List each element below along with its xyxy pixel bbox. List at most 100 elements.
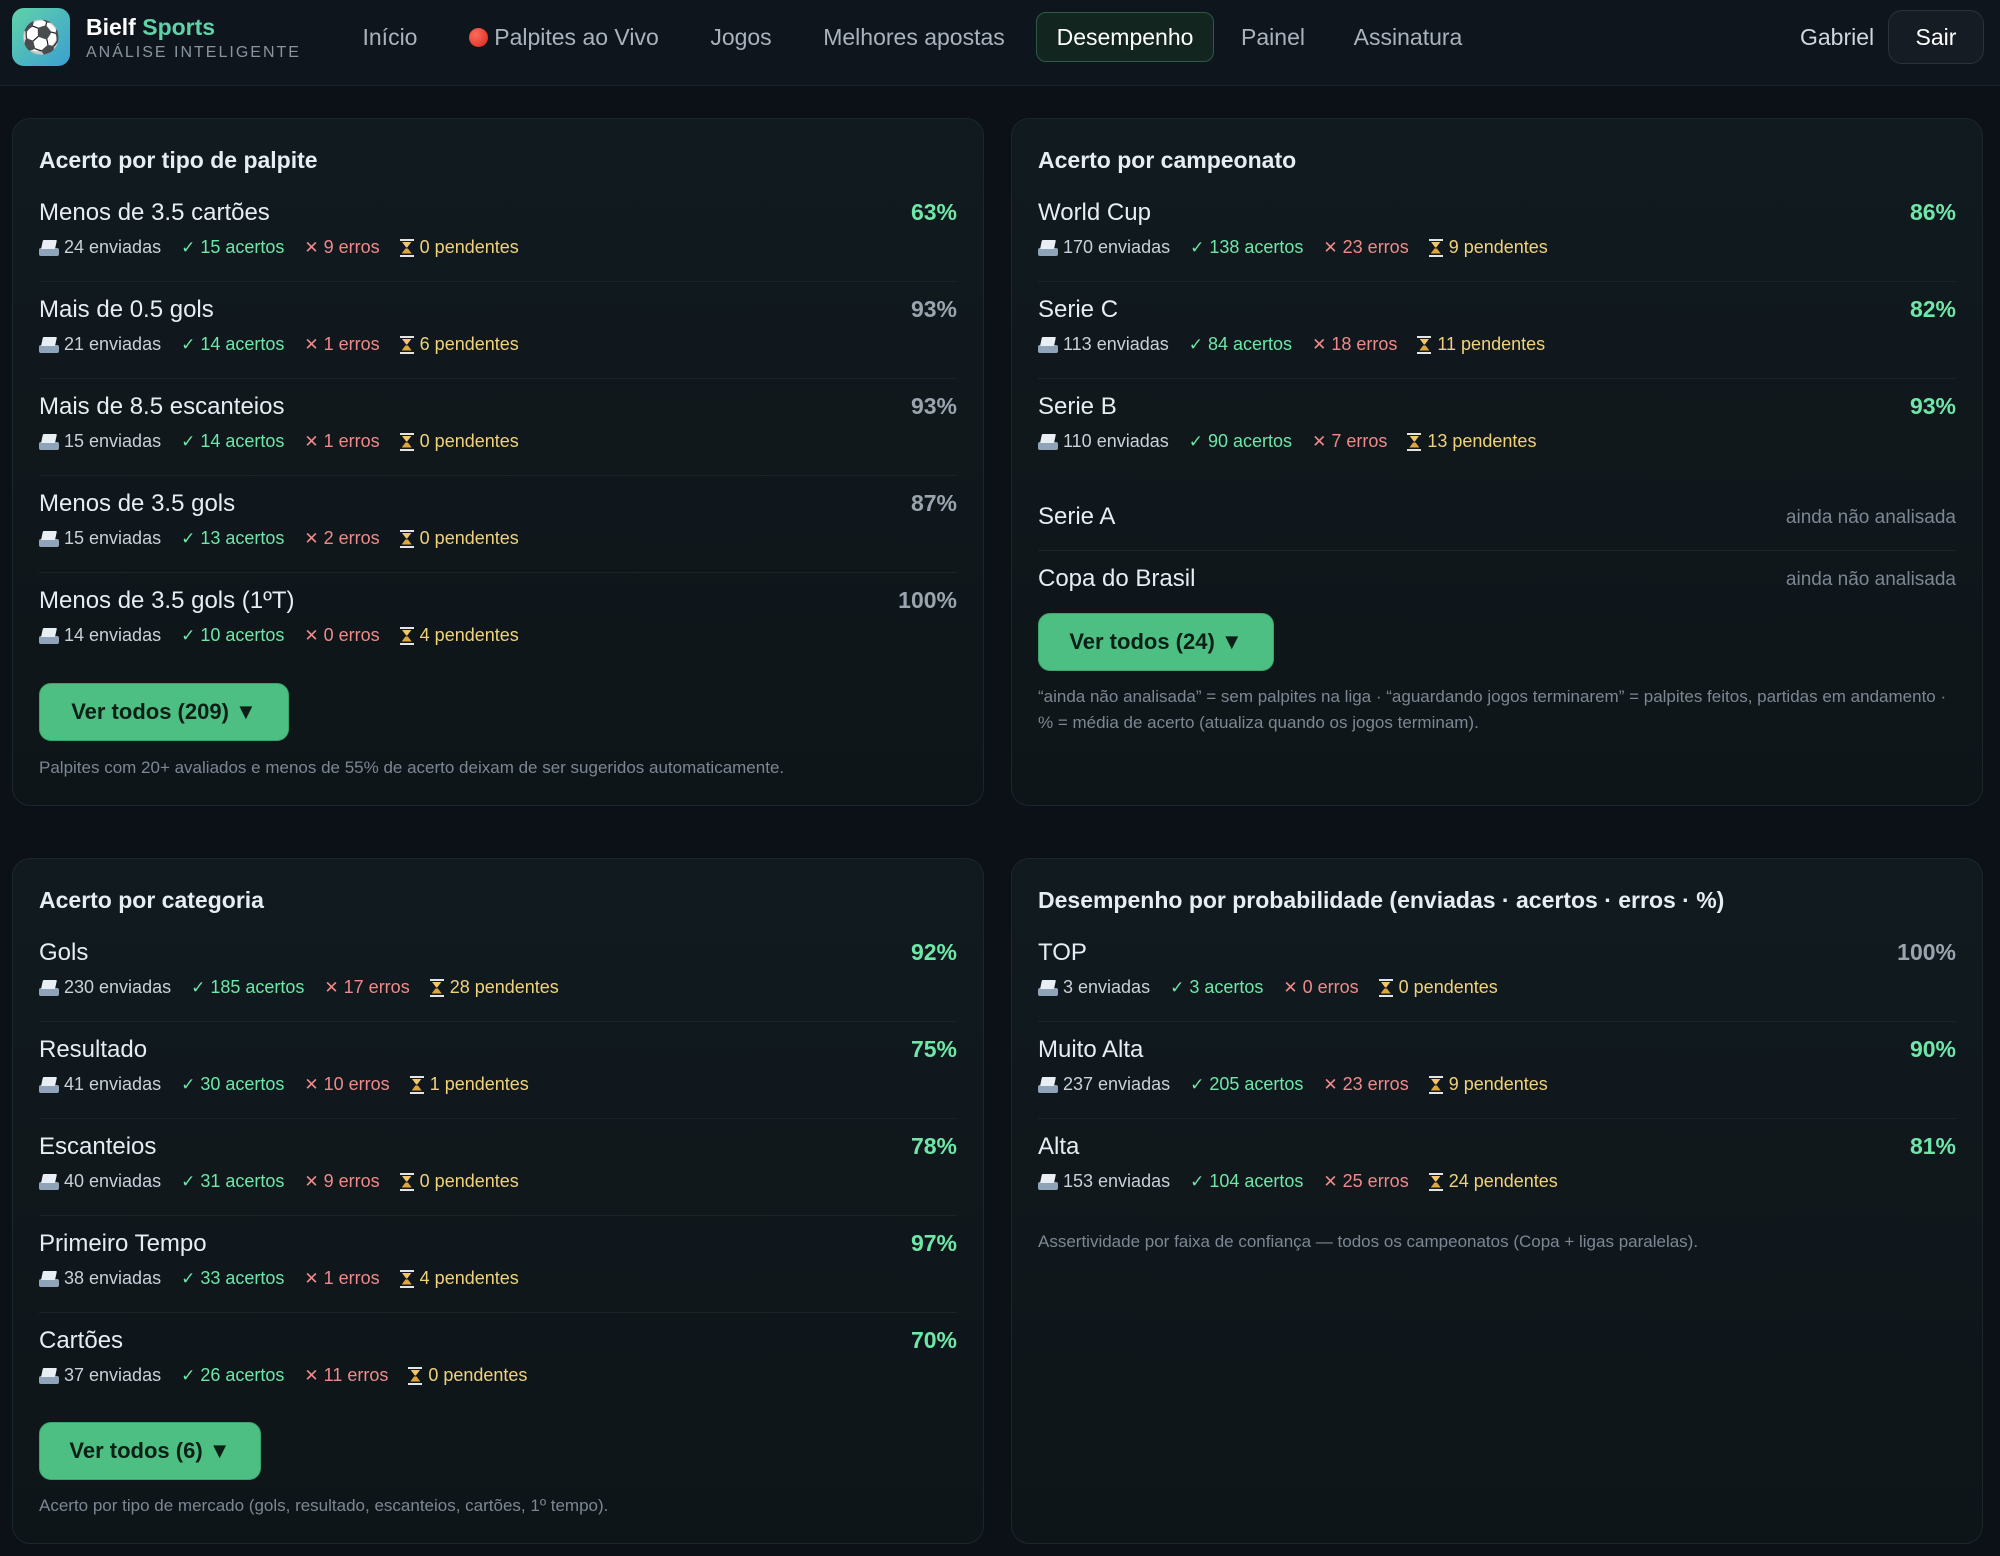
sent-count: 14 enviadas bbox=[64, 625, 162, 645]
accuracy-percent: 81% bbox=[1909, 1133, 1956, 1159]
pending-count: 0 pendentes bbox=[419, 1171, 519, 1191]
nav-assinatura[interactable]: Assinatura bbox=[1342, 12, 1474, 62]
row-label: Alta bbox=[1038, 1133, 1080, 1160]
hit-stat: ✓ 185 acertos bbox=[191, 977, 304, 998]
miss-count: 23 erros bbox=[1342, 237, 1409, 257]
check-icon: ✓ bbox=[181, 1171, 196, 1191]
row-stats: 110 enviadas ✓ 90 acertos ✕ 7 erros 13 penden… bbox=[1038, 431, 1536, 452]
outbox-tray-icon bbox=[39, 628, 59, 644]
nav-desempenho[interactable]: Desempenho bbox=[1036, 12, 1214, 62]
nav-label: Palpites ao Vivo bbox=[494, 23, 659, 50]
nav-palpites-ao-vivo[interactable]: Palpites ao Vivo bbox=[458, 12, 670, 62]
check-icon: ✓ bbox=[181, 237, 196, 257]
row-label: Gols bbox=[39, 939, 89, 966]
miss-count: 11 erros bbox=[323, 1365, 389, 1385]
ver-todos-button[interactable]: Ver todos (209) ▼ bbox=[39, 683, 289, 741]
accuracy-percent: 75% bbox=[910, 1036, 957, 1062]
logout-button[interactable]: Sair bbox=[1888, 10, 1984, 64]
hourglass-icon bbox=[1428, 238, 1443, 257]
miss-count: 25 erros bbox=[1342, 1171, 1409, 1191]
cross-icon: ✕ bbox=[1283, 977, 1298, 997]
panel-acerto-campeonato: Acerto por campeonato World Cup 86% 170 en… bbox=[1011, 118, 1983, 806]
row-stats: 113 enviadas ✓ 84 acertos ✕ 18 erros 11 pende… bbox=[1038, 334, 1545, 355]
sent-count: 113 enviadas bbox=[1063, 334, 1169, 354]
hit-count: 14 acertos bbox=[200, 431, 285, 451]
hourglass-icon bbox=[399, 1269, 414, 1288]
pending-count: 0 pendentes bbox=[419, 237, 519, 257]
top-navbar: ⚽ Bielf Sports ANÁLISE INTELIGENTE Iníci… bbox=[0, 0, 2000, 86]
pending-stat: 1 pendentes bbox=[409, 1074, 529, 1095]
hit-count: 33 acertos bbox=[200, 1268, 285, 1288]
hourglass-icon bbox=[1428, 1075, 1443, 1094]
nav-painel[interactable]: Painel bbox=[1232, 12, 1314, 62]
league-status: ainda não analisada bbox=[1785, 507, 1956, 528]
row-label: World Cup bbox=[1038, 199, 1151, 226]
stat-row: World Cup 86% 170 enviadas ✓ 138 acertos ✕ 23 … bbox=[1038, 185, 1956, 282]
sent-stat: 37 enviadas bbox=[39, 1365, 161, 1386]
accuracy-percent: 92% bbox=[910, 939, 957, 965]
accuracy-percent: 70% bbox=[910, 1327, 957, 1353]
pending-count: 28 pendentes bbox=[449, 977, 559, 997]
accuracy-percent: 82% bbox=[1909, 296, 1956, 322]
miss-count: 0 erros bbox=[323, 625, 380, 645]
accuracy-percent: 78% bbox=[910, 1133, 957, 1159]
miss-stat: ✕ 10 erros bbox=[304, 1074, 389, 1095]
brand-name[interactable]: Bielf Sports bbox=[86, 14, 215, 41]
ver-todos-button[interactable]: Ver todos (24) ▼ bbox=[1038, 613, 1274, 671]
sent-stat: 21 enviadas bbox=[39, 334, 161, 355]
ver-todos-button[interactable]: Ver todos (6) ▼ bbox=[39, 1422, 261, 1480]
cross-icon: ✕ bbox=[1312, 334, 1327, 354]
nav-label: Melhores apostas bbox=[823, 23, 1005, 50]
hit-stat: ✓ 90 acertos bbox=[1189, 431, 1292, 452]
row-stats: 14 enviadas ✓ 10 acertos ✕ 0 erros 4 pendente… bbox=[39, 625, 519, 646]
sent-count: 41 enviadas bbox=[64, 1074, 162, 1094]
panel-desempenho-probabilidade: Desempenho por probabilidade (enviadas ·… bbox=[1011, 858, 1983, 1544]
sent-stat: 230 enviadas bbox=[39, 977, 171, 998]
miss-count: 7 erros bbox=[1331, 431, 1388, 451]
stat-row: Escanteios 78% 40 enviadas ✓ 31 acertos ✕ 9 er… bbox=[39, 1119, 957, 1216]
sent-count: 15 enviadas bbox=[64, 431, 162, 451]
sent-count: 110 enviadas bbox=[1063, 431, 1169, 451]
user-name[interactable]: Gabriel bbox=[1800, 12, 1874, 62]
pending-count: 9 pendentes bbox=[1448, 1074, 1548, 1094]
hit-stat: ✓ 84 acertos bbox=[1189, 334, 1292, 355]
hit-stat: ✓ 14 acertos bbox=[181, 431, 284, 452]
row-label: Escanteios bbox=[39, 1133, 157, 1160]
pending-stat: 4 pendentes bbox=[399, 625, 519, 646]
nav-melhores-apostas[interactable]: Melhores apostas bbox=[810, 12, 1018, 62]
row-label: Menos de 3.5 gols (1ºT) bbox=[39, 587, 295, 614]
pending-count: 0 pendentes bbox=[1398, 977, 1498, 997]
miss-count: 9 erros bbox=[323, 237, 380, 257]
hit-stat: ✓ 15 acertos bbox=[181, 237, 284, 258]
hourglass-icon bbox=[399, 626, 414, 645]
pending-count: 9 pendentes bbox=[1448, 237, 1548, 257]
hourglass-icon bbox=[1417, 335, 1432, 354]
miss-count: 1 erros bbox=[323, 1268, 380, 1288]
nav-label: Assinatura bbox=[1353, 23, 1463, 50]
row-stats: 15 enviadas ✓ 13 acertos ✕ 2 erros 0 pendente… bbox=[39, 528, 519, 549]
row-stats: 3 enviadas ✓ 3 acertos ✕ 0 erros 0 pendentes bbox=[1038, 977, 1498, 998]
hourglass-icon bbox=[399, 432, 414, 451]
miss-stat: ✕ 25 erros bbox=[1323, 1171, 1408, 1192]
outbox-tray-icon bbox=[1038, 1077, 1058, 1093]
cross-icon: ✕ bbox=[304, 528, 319, 548]
pending-count: 11 pendentes bbox=[1437, 334, 1546, 354]
pending-stat: 0 pendentes bbox=[399, 1171, 519, 1192]
row-label: Primeiro Tempo bbox=[39, 1230, 207, 1257]
accuracy-percent: 93% bbox=[910, 393, 957, 419]
outbox-tray-icon bbox=[39, 980, 59, 996]
outbox-tray-icon bbox=[39, 1174, 59, 1190]
sent-count: 40 enviadas bbox=[64, 1171, 162, 1191]
pending-count: 6 pendentes bbox=[419, 334, 519, 354]
row-stats: 40 enviadas ✓ 31 acertos ✕ 9 erros 0 pendente… bbox=[39, 1171, 519, 1192]
hit-stat: ✓ 31 acertos bbox=[181, 1171, 284, 1192]
soccer-ball-icon[interactable]: ⚽ bbox=[12, 8, 70, 66]
nav-inicio[interactable]: Início bbox=[348, 12, 432, 62]
stat-row: Resultado 75% 41 enviadas ✓ 30 acertos ✕ 10 er… bbox=[39, 1022, 957, 1119]
miss-stat: ✕ 23 erros bbox=[1323, 1074, 1408, 1095]
stat-row: Mais de 8.5 escanteios 93% 15 enviadas ✓ 14 … bbox=[39, 379, 957, 476]
nav-jogos[interactable]: Jogos bbox=[696, 12, 786, 62]
hit-count: 138 acertos bbox=[1209, 237, 1304, 257]
row-stats: 237 enviadas ✓ 205 acertos ✕ 23 erros 9 pende… bbox=[1038, 1074, 1548, 1095]
check-icon: ✓ bbox=[181, 625, 196, 645]
